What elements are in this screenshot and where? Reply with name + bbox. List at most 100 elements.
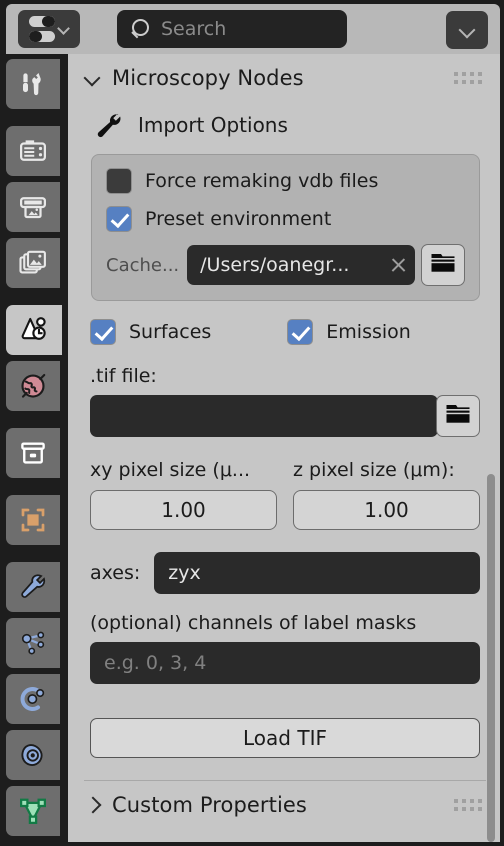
images-icon <box>18 248 48 278</box>
toggle-pill-bottom <box>28 31 55 42</box>
label-masks-label: (optional) channels of label masks <box>90 612 417 634</box>
checkbox-box[interactable] <box>106 168 132 194</box>
z-pixel-size-input[interactable]: 1.00 <box>293 490 480 530</box>
panel-scrollbar[interactable] <box>487 474 495 842</box>
label-masks-placeholder: e.g. 0, 3, 4 <box>104 652 207 674</box>
wrench-icon <box>18 572 48 602</box>
constraint-icon <box>18 740 48 770</box>
properties-tab-column <box>6 54 68 842</box>
xy-pixel-size-input[interactable]: 1.00 <box>90 490 277 530</box>
sidebar-item-scene[interactable] <box>6 305 62 355</box>
pixel-size-row: xy pixel size (μ... 1.00 z pixel size (μ… <box>90 459 480 530</box>
sidebar-item-render[interactable] <box>6 126 60 176</box>
options-dropdown-button[interactable] <box>446 11 488 49</box>
xy-pixel-size-label: xy pixel size (μ... <box>90 459 251 481</box>
printer-icon <box>18 192 48 222</box>
load-tif-button[interactable]: Load TIF <box>90 718 480 758</box>
top-bar: Search <box>6 4 500 54</box>
axes-label: axes: <box>90 562 141 584</box>
cache-path-value: /Users/oanegr... <box>200 254 350 276</box>
checkbox-label: Force remaking vdb files <box>145 170 379 192</box>
tif-file-row <box>90 395 480 437</box>
chevron-right-icon <box>84 796 102 814</box>
checkbox-surfaces[interactable]: Surfaces <box>90 319 211 345</box>
checkbox-box[interactable] <box>287 319 314 345</box>
microscopy-nodes-header[interactable]: Microscopy Nodes <box>68 54 500 102</box>
checkbox-preset-environment[interactable]: Preset environment <box>106 206 465 232</box>
toggle-pill-top <box>28 16 55 27</box>
z-pixel-size-label: z pixel size (μm): <box>293 459 455 481</box>
sidebar-item-object[interactable] <box>6 495 60 545</box>
xy-pixel-size-group: xy pixel size (μ... 1.00 <box>90 459 277 530</box>
particles-nodes-icon <box>18 628 48 658</box>
checkbox-box[interactable] <box>106 206 132 232</box>
label-masks-input[interactable]: e.g. 0, 3, 4 <box>90 642 480 684</box>
camera-icon <box>18 136 48 166</box>
folder-icon <box>430 252 456 278</box>
sidebar-item-world[interactable] <box>6 361 60 411</box>
axes-value: zyx <box>168 562 201 584</box>
axes-input[interactable]: zyx <box>154 552 480 594</box>
sidebar-item-particles[interactable] <box>6 618 60 668</box>
cache-directory-row: Cache... /Users/oanegr... <box>106 244 465 286</box>
z-pixel-size-value: 1.00 <box>364 498 409 522</box>
checkbox-force-remaking-vdb[interactable]: Force remaking vdb files <box>106 168 465 194</box>
checkbox-label: Emission <box>326 321 411 343</box>
sidebar-item-output[interactable] <box>6 182 60 232</box>
checkbox-box[interactable] <box>90 319 116 345</box>
sidebar-item-object-data[interactable] <box>6 786 60 836</box>
tif-file-input[interactable] <box>90 395 438 437</box>
browse-tif-file-button[interactable] <box>436 395 480 437</box>
object-square-icon <box>18 505 48 535</box>
scene-cone-icon <box>19 315 49 345</box>
custom-properties-header[interactable]: Custom Properties <box>68 781 500 829</box>
checkbox-label: Surfaces <box>129 321 212 343</box>
import-options-heading: Import Options <box>94 110 486 140</box>
wrench-icon <box>94 110 124 140</box>
grip-dots-icon <box>454 799 482 811</box>
sidebar-item-constraints[interactable] <box>6 730 60 780</box>
sidebar-item-modifiers[interactable] <box>6 562 60 612</box>
cache-path-input[interactable]: /Users/oanegr... <box>187 245 415 285</box>
window-bottom-edge <box>0 842 504 846</box>
properties-panel: Microscopy Nodes Import Options Force re… <box>68 54 500 842</box>
editor-type-selector[interactable] <box>18 10 80 48</box>
folder-icon <box>445 403 471 429</box>
tif-file-value <box>90 405 103 427</box>
cache-label: Cache... <box>106 254 180 276</box>
search-icon <box>131 19 151 39</box>
import-options-box: Force remaking vdb files Preset environm… <box>91 154 480 301</box>
load-tif-wrap: Load TIF <box>90 718 480 758</box>
load-tif-label: Load TIF <box>243 726 327 750</box>
chevron-down-icon <box>459 22 475 38</box>
chevron-down-icon <box>58 23 70 35</box>
import-options-label: Import Options <box>138 113 288 137</box>
panel-body: Import Options Force remaking vdb files … <box>68 110 500 781</box>
page-title: Microscopy Nodes <box>112 66 304 90</box>
clear-cache-path-button[interactable] <box>381 245 415 285</box>
x-icon <box>390 257 407 274</box>
world-globe-icon <box>18 371 48 401</box>
search-placeholder: Search <box>161 18 227 40</box>
browse-cache-folder-button[interactable] <box>421 244 465 286</box>
physics-orbit-icon <box>18 684 48 714</box>
blender-properties-window: Search Microscopy Nodes Import Options F… <box>0 0 504 846</box>
checkbox-emission[interactable]: Emission <box>287 319 411 345</box>
search-input[interactable]: Search <box>117 10 347 48</box>
z-pixel-size-group: z pixel size (μm): 1.00 <box>293 459 480 530</box>
axes-row: axes: zyx <box>90 552 480 594</box>
editor-type-glyph <box>28 16 55 42</box>
checkbox-label: Preset environment <box>145 208 332 230</box>
tool-icon <box>18 69 48 99</box>
sidebar-item-physics[interactable] <box>6 674 60 724</box>
sidebar-item-tool[interactable] <box>6 59 60 109</box>
surface-emission-toggles: Surfaces Emission <box>90 319 486 345</box>
collection-box-icon <box>18 438 48 468</box>
tif-file-label: .tif file: <box>90 365 157 387</box>
xy-pixel-size-value: 1.00 <box>161 498 206 522</box>
sidebar-item-view-layer[interactable] <box>6 238 60 288</box>
chevron-down-icon <box>84 69 102 87</box>
sidebar-item-collection[interactable] <box>6 428 60 478</box>
grip-dots-icon <box>454 72 482 84</box>
